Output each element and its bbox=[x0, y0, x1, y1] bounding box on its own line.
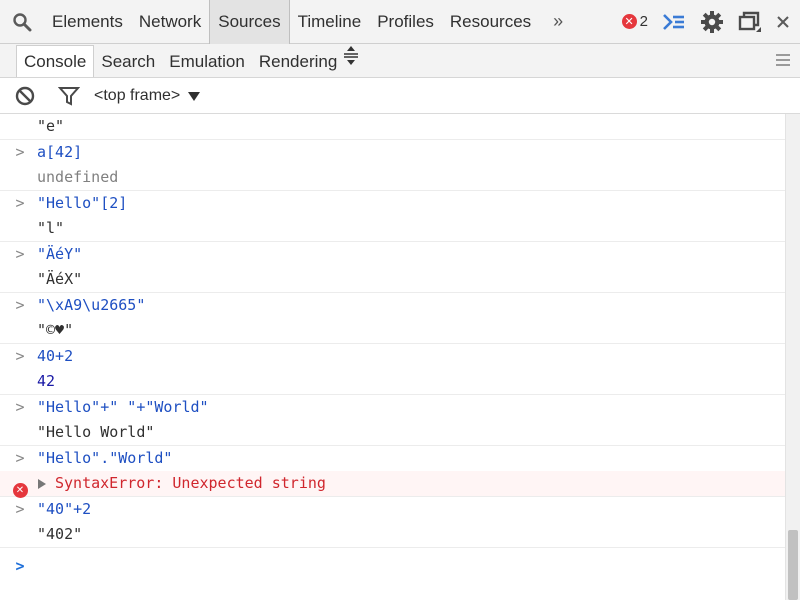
console-entry: > "40"+2 "402" bbox=[0, 496, 785, 547]
prompt-chevron-icon: > bbox=[15, 557, 25, 575]
console-result-line: "©♥" bbox=[0, 318, 785, 343]
input-prompt-icon: > bbox=[15, 143, 25, 161]
tab-rendering[interactable]: Rendering bbox=[252, 46, 344, 77]
console-input-line: > "Hello"[2] bbox=[0, 191, 785, 216]
tab-timeline[interactable]: Timeline bbox=[290, 0, 370, 44]
console-scrollbar[interactable] bbox=[785, 114, 800, 600]
console-entry: > a[42] undefined bbox=[0, 139, 785, 190]
expand-triangle-icon[interactable] bbox=[38, 479, 46, 489]
console-result-line: "e" bbox=[0, 114, 785, 139]
console-result-text: "Hello World" bbox=[37, 423, 155, 441]
console-result-text: "ÄéХ" bbox=[37, 270, 83, 288]
settings-button[interactable] bbox=[700, 10, 724, 34]
console-entry: > "Hello"."World" ✕ SyntaxError: Unexpected… bbox=[0, 445, 785, 498]
console-command-text: a[42] bbox=[37, 143, 83, 161]
console-result-line: undefined bbox=[0, 165, 785, 190]
console-input-line: > "Hello"."World" bbox=[0, 446, 785, 471]
frame-selector-value: <top frame> bbox=[94, 86, 181, 104]
console-filter-bar: <top frame> bbox=[0, 78, 800, 114]
filter-icon[interactable] bbox=[58, 85, 80, 107]
tab-console[interactable]: Console bbox=[16, 45, 95, 77]
clear-console-icon[interactable] bbox=[14, 85, 36, 107]
console-result-text: "l" bbox=[37, 219, 65, 237]
console-result-text: undefined bbox=[37, 168, 119, 186]
devtools-toolbar: Elements Network Sources Timeline Profil… bbox=[0, 0, 800, 44]
drawer-resize-handle-icon[interactable] bbox=[344, 45, 358, 67]
drawer-tabs: Console Search Emulation Rendering bbox=[0, 44, 800, 78]
close-devtools-button[interactable] bbox=[776, 15, 790, 29]
tab-sources[interactable]: Sources bbox=[209, 0, 290, 44]
console-result-text: "e" bbox=[37, 117, 65, 135]
input-prompt-icon: > bbox=[15, 347, 25, 365]
console-command-text: "Hello"[2] bbox=[37, 194, 128, 212]
console-input-line: > "40"+2 bbox=[0, 497, 785, 522]
dock-icon bbox=[738, 11, 761, 32]
console-entry: >40+2 42 bbox=[0, 343, 785, 394]
input-prompt-icon: > bbox=[15, 245, 25, 263]
input-prompt-icon: > bbox=[15, 500, 25, 518]
console-result-line: "Hello World" bbox=[0, 420, 785, 445]
console-error-line: ✕ SyntaxError: Unexpected string bbox=[0, 471, 785, 498]
drawer-menu-icon[interactable] bbox=[776, 54, 790, 69]
frame-selector[interactable]: <top frame> bbox=[94, 86, 201, 105]
tab-resources[interactable]: Resources bbox=[442, 0, 539, 44]
console-result-text: 42 bbox=[37, 372, 56, 390]
console-entry: > "Hello"[2] "l" bbox=[0, 190, 785, 241]
error-message: SyntaxError: Unexpected string bbox=[55, 474, 326, 492]
console-input-line: > "\xA9\u2665" bbox=[0, 293, 785, 318]
console-input-line: > "ÄéY" bbox=[0, 242, 785, 267]
console-messages[interactable]: "e" > a[42] undefined > "Hello"[2] "l" > "ÄéY" "Ä… bbox=[0, 114, 785, 600]
console-prompt[interactable]: > bbox=[0, 547, 785, 584]
console-command-text: "\xA9\u2665" bbox=[37, 296, 146, 314]
tab-search[interactable]: Search bbox=[94, 46, 162, 77]
input-prompt-icon: > bbox=[15, 398, 25, 416]
console-drawer-icon bbox=[663, 13, 684, 30]
console-entry: > "ÄéY" "ÄéХ" bbox=[0, 241, 785, 292]
chevron-down-icon bbox=[188, 92, 201, 101]
more-tabs-button[interactable]: » bbox=[539, 0, 577, 44]
panel-tabs: Elements Network Sources Timeline Profil… bbox=[44, 0, 539, 44]
input-prompt-icon: > bbox=[15, 194, 25, 212]
tab-emulation[interactable]: Emulation bbox=[162, 46, 252, 77]
close-icon bbox=[777, 15, 789, 28]
console-command-text: 40+2 bbox=[37, 347, 74, 365]
console-command-text: "Hello"+" "+"World" bbox=[37, 398, 209, 416]
console-input-line: >40+2 bbox=[0, 344, 785, 369]
error-icon: ✕ bbox=[621, 14, 637, 29]
console-prompt-input[interactable]: > bbox=[0, 548, 785, 584]
error-count-label: 2 bbox=[639, 13, 648, 30]
input-prompt-icon: > bbox=[15, 296, 25, 314]
console-result-line: "402" bbox=[0, 522, 785, 547]
console-command-text: "40"+2 bbox=[37, 500, 92, 518]
tab-network[interactable]: Network bbox=[131, 0, 209, 44]
error-counter[interactable]: ✕ 2 bbox=[621, 13, 648, 30]
console-input-line: > "Hello"+" "+"World" bbox=[0, 395, 785, 420]
console-entry: "e" bbox=[0, 114, 785, 139]
tab-profiles[interactable]: Profiles bbox=[369, 0, 442, 44]
console-entry: > "Hello"+" "+"World" "Hello World" bbox=[0, 394, 785, 445]
console-result-text: "402" bbox=[37, 525, 83, 543]
scrollbar-thumb[interactable] bbox=[788, 530, 798, 600]
console-result-text: "©♥" bbox=[37, 321, 74, 339]
gear-icon bbox=[701, 10, 723, 33]
tab-elements[interactable]: Elements bbox=[44, 0, 131, 44]
dock-side-button[interactable] bbox=[738, 11, 762, 33]
inspect-search-button[interactable] bbox=[0, 0, 44, 44]
error-icon: ✕ bbox=[12, 476, 28, 498]
console-entry: > "\xA9\u2665" "©♥" bbox=[0, 292, 785, 343]
console-result-line: "ÄéХ" bbox=[0, 267, 785, 292]
input-prompt-icon: > bbox=[15, 449, 25, 467]
console-result-line: 42 bbox=[0, 369, 785, 394]
console-input-line: > a[42] bbox=[0, 140, 785, 165]
search-icon bbox=[13, 12, 32, 31]
console-command-text: "Hello"."World" bbox=[37, 449, 173, 467]
console-result-line: "l" bbox=[0, 216, 785, 241]
console-command-text: "ÄéY" bbox=[37, 245, 83, 263]
toggle-drawer-button[interactable] bbox=[662, 12, 686, 32]
